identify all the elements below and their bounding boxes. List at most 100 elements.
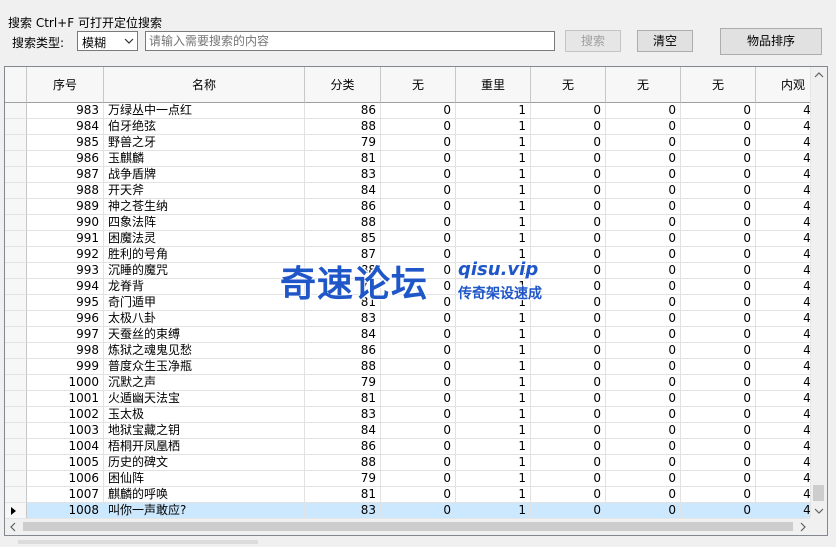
cell-col-none-4[interactable]: 0 bbox=[681, 215, 756, 231]
column-header-col-category[interactable]: 分类 bbox=[305, 67, 381, 103]
cell-col-none-1[interactable]: 0 bbox=[381, 151, 456, 167]
cell-col-category[interactable]: 84 bbox=[305, 327, 381, 343]
cell-col-index[interactable]: 996 bbox=[27, 311, 104, 327]
cell-col-none-3[interactable]: 0 bbox=[606, 487, 681, 503]
row-header[interactable] bbox=[5, 311, 27, 327]
cell-col-index[interactable]: 987 bbox=[27, 167, 104, 183]
cell-col-weight[interactable]: 1 bbox=[456, 183, 531, 199]
row-header[interactable] bbox=[5, 503, 27, 519]
cell-col-none-1[interactable]: 0 bbox=[381, 343, 456, 359]
cell-col-none-2[interactable]: 0 bbox=[531, 183, 606, 199]
cell-col-none-2[interactable]: 0 bbox=[531, 151, 606, 167]
cell-col-none-4[interactable]: 0 bbox=[681, 167, 756, 183]
cell-col-index[interactable]: 1007 bbox=[27, 487, 104, 503]
cell-col-none-4[interactable]: 0 bbox=[681, 231, 756, 247]
row-header[interactable] bbox=[5, 215, 27, 231]
table-row[interactable]: 1006困仙阵7901000409 bbox=[5, 471, 827, 487]
cell-col-none-3[interactable]: 0 bbox=[606, 151, 681, 167]
cell-col-none-3[interactable]: 0 bbox=[606, 215, 681, 231]
cell-col-none-3[interactable]: 0 bbox=[606, 311, 681, 327]
cell-col-none-1[interactable]: 0 bbox=[381, 263, 456, 279]
cell-col-none-4[interactable]: 0 bbox=[681, 295, 756, 311]
row-header[interactable] bbox=[5, 391, 27, 407]
cell-col-category[interactable]: 81 bbox=[305, 295, 381, 311]
table-row[interactable]: 995奇门遁甲8101000408 bbox=[5, 295, 827, 311]
cell-col-name[interactable]: 天蚕丝的束缚 bbox=[104, 327, 305, 343]
cell-col-none-3[interactable]: 0 bbox=[606, 247, 681, 263]
cell-col-weight[interactable]: 1 bbox=[456, 439, 531, 455]
cell-col-none-4[interactable]: 0 bbox=[681, 391, 756, 407]
row-header[interactable] bbox=[5, 263, 27, 279]
cell-col-weight[interactable]: 1 bbox=[456, 199, 531, 215]
cell-col-index[interactable]: 994 bbox=[27, 279, 104, 295]
cell-col-index[interactable]: 993 bbox=[27, 263, 104, 279]
cell-col-category[interactable]: 83 bbox=[305, 407, 381, 423]
row-header[interactable] bbox=[5, 247, 27, 263]
cell-col-name[interactable]: 梧桐开凤凰栖 bbox=[104, 439, 305, 455]
cell-col-none-2[interactable]: 0 bbox=[531, 503, 606, 519]
cell-col-category[interactable]: 79 bbox=[305, 135, 381, 151]
cell-col-none-1[interactable]: 0 bbox=[381, 119, 456, 135]
row-header[interactable] bbox=[5, 327, 27, 343]
scroll-right-icon[interactable] bbox=[795, 519, 811, 535]
cell-col-none-1[interactable]: 0 bbox=[381, 391, 456, 407]
items-grid[interactable]: 序号名称分类无重里无无无内观 983万绿丛中一点红8601000408984伯牙… bbox=[4, 66, 828, 536]
cell-col-none-2[interactable]: 0 bbox=[531, 327, 606, 343]
cell-col-none-2[interactable]: 0 bbox=[531, 199, 606, 215]
table-row[interactable]: 996太极八卦8301000408 bbox=[5, 311, 827, 327]
column-header-col-none-4[interactable]: 无 bbox=[681, 67, 756, 103]
cell-col-weight[interactable]: 1 bbox=[456, 359, 531, 375]
cell-col-none-2[interactable]: 0 bbox=[531, 407, 606, 423]
cell-col-none-2[interactable]: 0 bbox=[531, 455, 606, 471]
row-header[interactable] bbox=[5, 423, 27, 439]
cell-col-none-1[interactable]: 0 bbox=[381, 471, 456, 487]
cell-col-none-3[interactable]: 0 bbox=[606, 359, 681, 375]
cell-col-none-1[interactable]: 0 bbox=[381, 375, 456, 391]
cell-col-none-3[interactable]: 0 bbox=[606, 295, 681, 311]
column-header-col-name[interactable]: 名称 bbox=[104, 67, 305, 103]
row-header[interactable] bbox=[5, 487, 27, 503]
cell-col-index[interactable]: 1002 bbox=[27, 407, 104, 423]
row-header[interactable] bbox=[5, 455, 27, 471]
table-row[interactable]: 991困魔法灵8501000408 bbox=[5, 231, 827, 247]
cell-col-none-1[interactable]: 0 bbox=[381, 455, 456, 471]
cell-col-category[interactable]: 79 bbox=[305, 375, 381, 391]
cell-col-index[interactable]: 991 bbox=[27, 231, 104, 247]
cell-col-name[interactable]: 困仙阵 bbox=[104, 471, 305, 487]
cell-col-none-1[interactable]: 0 bbox=[381, 199, 456, 215]
cell-col-name[interactable]: 太极八卦 bbox=[104, 311, 305, 327]
scroll-left-icon[interactable] bbox=[5, 519, 21, 535]
cell-col-none-3[interactable]: 0 bbox=[606, 375, 681, 391]
cell-col-none-4[interactable]: 0 bbox=[681, 263, 756, 279]
cell-col-none-1[interactable]: 0 bbox=[381, 311, 456, 327]
cell-col-category[interactable]: 81 bbox=[305, 151, 381, 167]
cell-col-weight[interactable]: 1 bbox=[456, 279, 531, 295]
cell-col-none-4[interactable]: 0 bbox=[681, 407, 756, 423]
vertical-scroll-thumb[interactable] bbox=[813, 485, 824, 501]
cell-col-name[interactable]: 火遁幽天法宝 bbox=[104, 391, 305, 407]
cell-col-category[interactable]: 81 bbox=[305, 391, 381, 407]
cell-col-none-4[interactable]: 0 bbox=[681, 135, 756, 151]
table-row[interactable]: 994龙脊背7901000408 bbox=[5, 279, 827, 295]
cell-col-none-2[interactable]: 0 bbox=[531, 135, 606, 151]
table-row[interactable]: 998炼狱之魂鬼见愁8601000408 bbox=[5, 343, 827, 359]
cell-col-none-3[interactable]: 0 bbox=[606, 471, 681, 487]
cell-col-none-1[interactable]: 0 bbox=[381, 167, 456, 183]
cell-col-none-3[interactable]: 0 bbox=[606, 455, 681, 471]
cell-col-weight[interactable]: 1 bbox=[456, 247, 531, 263]
cell-col-none-3[interactable]: 0 bbox=[606, 167, 681, 183]
table-row[interactable]: 987战争盾牌8301000408 bbox=[5, 167, 827, 183]
cell-col-none-1[interactable]: 0 bbox=[381, 439, 456, 455]
cell-col-none-4[interactable]: 0 bbox=[681, 151, 756, 167]
table-row[interactable]: 990四象法阵8801000408 bbox=[5, 215, 827, 231]
cell-col-none-4[interactable]: 0 bbox=[681, 375, 756, 391]
cell-col-weight[interactable]: 1 bbox=[456, 327, 531, 343]
cell-col-none-2[interactable]: 0 bbox=[531, 439, 606, 455]
cell-col-index[interactable]: 984 bbox=[27, 119, 104, 135]
cell-col-category[interactable]: 84 bbox=[305, 423, 381, 439]
cell-col-none-1[interactable]: 0 bbox=[381, 279, 456, 295]
cell-col-category[interactable]: 83 bbox=[305, 503, 381, 519]
cell-col-none-3[interactable]: 0 bbox=[606, 119, 681, 135]
cell-col-none-1[interactable]: 0 bbox=[381, 423, 456, 439]
cell-col-weight[interactable]: 1 bbox=[456, 343, 531, 359]
